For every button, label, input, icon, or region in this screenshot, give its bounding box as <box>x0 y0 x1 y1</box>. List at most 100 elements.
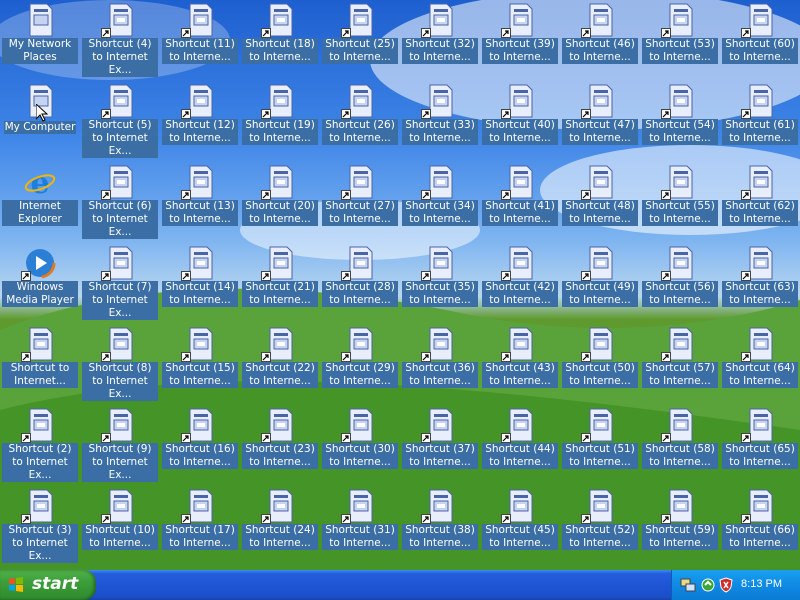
desktop-icon[interactable]: Shortcut (62) to Interne... <box>722 164 798 236</box>
desktop-icon[interactable]: Shortcut (38) to Interne... <box>402 488 478 560</box>
desktop-icon[interactable]: Shortcut (20) to Interne... <box>242 164 318 236</box>
desktop-icon[interactable]: Shortcut (55) to Interne... <box>642 164 718 236</box>
windows-update-icon[interactable] <box>700 577 716 593</box>
desktop-icon[interactable]: Shortcut (40) to Interne... <box>482 83 558 155</box>
desktop-icon[interactable]: Shortcut (10) to Interne... <box>82 488 158 560</box>
shortcut-file-icon <box>421 84 457 119</box>
desktop-icon[interactable]: Shortcut (66) to Interne... <box>722 488 798 560</box>
desktop-icon[interactable]: Shortcut (43) to Interne... <box>482 326 558 398</box>
shortcut-file-icon <box>661 408 697 443</box>
desktop-icon[interactable]: Shortcut (24) to Interne... <box>242 488 318 560</box>
desktop-icon[interactable]: Shortcut (58) to Interne... <box>642 407 718 479</box>
desktop-icon[interactable]: Shortcut (22) to Interne... <box>242 326 318 398</box>
desktop-icon[interactable]: Shortcut (9) to Internet Ex... <box>82 407 158 482</box>
desktop-icon[interactable]: Shortcut (35) to Interne... <box>402 245 478 317</box>
shortcut-arrow-icon <box>741 109 751 119</box>
desktop-icon[interactable]: Shortcut (18) to Interne... <box>242 2 318 74</box>
shortcut-file-icon <box>581 327 617 362</box>
desktop-icon[interactable]: Shortcut (42) to Interne... <box>482 245 558 317</box>
desktop-icon[interactable]: My Network Places <box>2 2 78 74</box>
desktop-icon[interactable]: Shortcut (21) to Interne... <box>242 245 318 317</box>
shortcut-arrow-icon <box>661 433 671 443</box>
desktop-icon[interactable]: Shortcut (53) to Interne... <box>642 2 718 74</box>
shortcut-file-icon <box>421 408 457 443</box>
desktop-icon[interactable]: Shortcut (47) to Interne... <box>562 83 638 155</box>
shortcut-file-icon <box>741 165 777 200</box>
desktop-icon[interactable]: Shortcut (14) to Interne... <box>162 245 238 317</box>
desktop-icon[interactable]: Shortcut (57) to Interne... <box>642 326 718 398</box>
desktop-icon[interactable]: Shortcut (50) to Interne... <box>562 326 638 398</box>
desktop-icon[interactable]: Shortcut (59) to Interne... <box>642 488 718 560</box>
desktop-icon[interactable]: Shortcut (13) to Interne... <box>162 164 238 236</box>
shortcut-arrow-icon <box>341 433 351 443</box>
desktop-icon[interactable]: Shortcut (41) to Interne... <box>482 164 558 236</box>
shortcut-file-icon <box>581 246 617 281</box>
desktop-icon[interactable]: Shortcut (31) to Interne... <box>322 488 398 560</box>
desktop-icon[interactable]: Shortcut (7) to Internet Ex... <box>82 245 158 320</box>
desktop-icon[interactable]: Shortcut (56) to Interne... <box>642 245 718 317</box>
desktop-icon-label: Shortcut (50) to Interne... <box>562 362 638 388</box>
desktop-icon[interactable]: Shortcut (34) to Interne... <box>402 164 478 236</box>
desktop-icon[interactable]: Shortcut to Internet... <box>2 326 78 398</box>
shortcut-file-icon <box>181 489 217 524</box>
desktop-icon[interactable]: Shortcut (64) to Interne... <box>722 326 798 398</box>
desktop-icon[interactable]: Shortcut (39) to Interne... <box>482 2 558 74</box>
desktop-icon[interactable]: Shortcut (36) to Interne... <box>402 326 478 398</box>
clock[interactable]: 8:13 PM <box>741 578 782 590</box>
shortcut-file-icon <box>661 3 697 38</box>
desktop-icon-label: Shortcut (34) to Interne... <box>402 200 478 226</box>
desktop[interactable]: My Network Places My Computer e Internet Ex… <box>0 0 800 570</box>
shortcut-file-icon <box>341 327 377 362</box>
desktop-icon[interactable]: Shortcut (48) to Interne... <box>562 164 638 236</box>
desktop-icon[interactable]: Shortcut (52) to Interne... <box>562 488 638 560</box>
desktop-icon[interactable]: Shortcut (33) to Interne... <box>402 83 478 155</box>
desktop-icon[interactable]: Shortcut (3) to Internet Ex... <box>2 488 78 563</box>
desktop-icon[interactable]: Shortcut (6) to Internet Ex... <box>82 164 158 239</box>
shortcut-file-icon <box>501 408 537 443</box>
desktop-icon[interactable]: Shortcut (51) to Interne... <box>562 407 638 479</box>
desktop-icon[interactable]: Shortcut (27) to Interne... <box>322 164 398 236</box>
desktop-icon[interactable]: Shortcut (26) to Interne... <box>322 83 398 155</box>
shortcut-arrow-icon <box>261 109 271 119</box>
desktop-icon[interactable]: Windows Media Player <box>2 245 78 317</box>
network-icon[interactable] <box>680 577 696 593</box>
desktop-icon[interactable]: Shortcut (2) to Internet Ex... <box>2 407 78 482</box>
desktop-icon-label: Shortcut (40) to Interne... <box>482 119 558 145</box>
desktop-icon-label: My Network Places <box>2 38 78 64</box>
shortcut-file-icon <box>181 3 217 38</box>
desktop-icon[interactable]: Shortcut (32) to Interne... <box>402 2 478 74</box>
desktop-icon[interactable]: Shortcut (25) to Interne... <box>322 2 398 74</box>
desktop-icon[interactable]: Shortcut (19) to Interne... <box>242 83 318 155</box>
desktop-icon[interactable]: Shortcut (60) to Interne... <box>722 2 798 74</box>
desktop-icon[interactable]: Shortcut (63) to Interne... <box>722 245 798 317</box>
desktop-icon[interactable]: Shortcut (12) to Interne... <box>162 83 238 155</box>
desktop-icon[interactable]: Shortcut (4) to Internet Ex... <box>82 2 158 77</box>
desktop-icon[interactable]: Shortcut (15) to Interne... <box>162 326 238 398</box>
shortcut-file-icon <box>341 408 377 443</box>
desktop-icon[interactable]: Shortcut (11) to Interne... <box>162 2 238 74</box>
desktop-icon[interactable]: Shortcut (8) to Internet Ex... <box>82 326 158 401</box>
windows-media-player-icon <box>21 246 57 281</box>
desktop-icon[interactable]: Shortcut (17) to Interne... <box>162 488 238 560</box>
security-shield-icon[interactable] <box>718 577 734 593</box>
shortcut-arrow-icon <box>661 271 671 281</box>
desktop-icon[interactable]: Shortcut (61) to Interne... <box>722 83 798 155</box>
desktop-icon[interactable]: Shortcut (65) to Interne... <box>722 407 798 479</box>
desktop-icon[interactable]: Shortcut (45) to Interne... <box>482 488 558 560</box>
desktop-icon[interactable]: Shortcut (44) to Interne... <box>482 407 558 479</box>
desktop-icon[interactable]: Shortcut (29) to Interne... <box>322 326 398 398</box>
desktop-icon[interactable]: Shortcut (30) to Interne... <box>322 407 398 479</box>
desktop-icon[interactable]: Shortcut (49) to Interne... <box>562 245 638 317</box>
desktop-icon-label: Shortcut (44) to Interne... <box>482 443 558 469</box>
desktop-icon[interactable]: Shortcut (28) to Interne... <box>322 245 398 317</box>
shortcut-arrow-icon <box>661 190 671 200</box>
desktop-icon[interactable]: Shortcut (16) to Interne... <box>162 407 238 479</box>
desktop-icon[interactable]: Shortcut (46) to Interne... <box>562 2 638 74</box>
desktop-icon-label: Shortcut (54) to Interne... <box>642 119 718 145</box>
desktop-icon[interactable]: Shortcut (23) to Interne... <box>242 407 318 479</box>
desktop-icon[interactable]: Shortcut (37) to Interne... <box>402 407 478 479</box>
start-button[interactable]: start <box>0 570 96 600</box>
desktop-icon[interactable]: e Internet Explorer <box>2 164 78 236</box>
desktop-icon[interactable]: Shortcut (5) to Internet Ex... <box>82 83 158 158</box>
desktop-icon[interactable]: Shortcut (54) to Interne... <box>642 83 718 155</box>
